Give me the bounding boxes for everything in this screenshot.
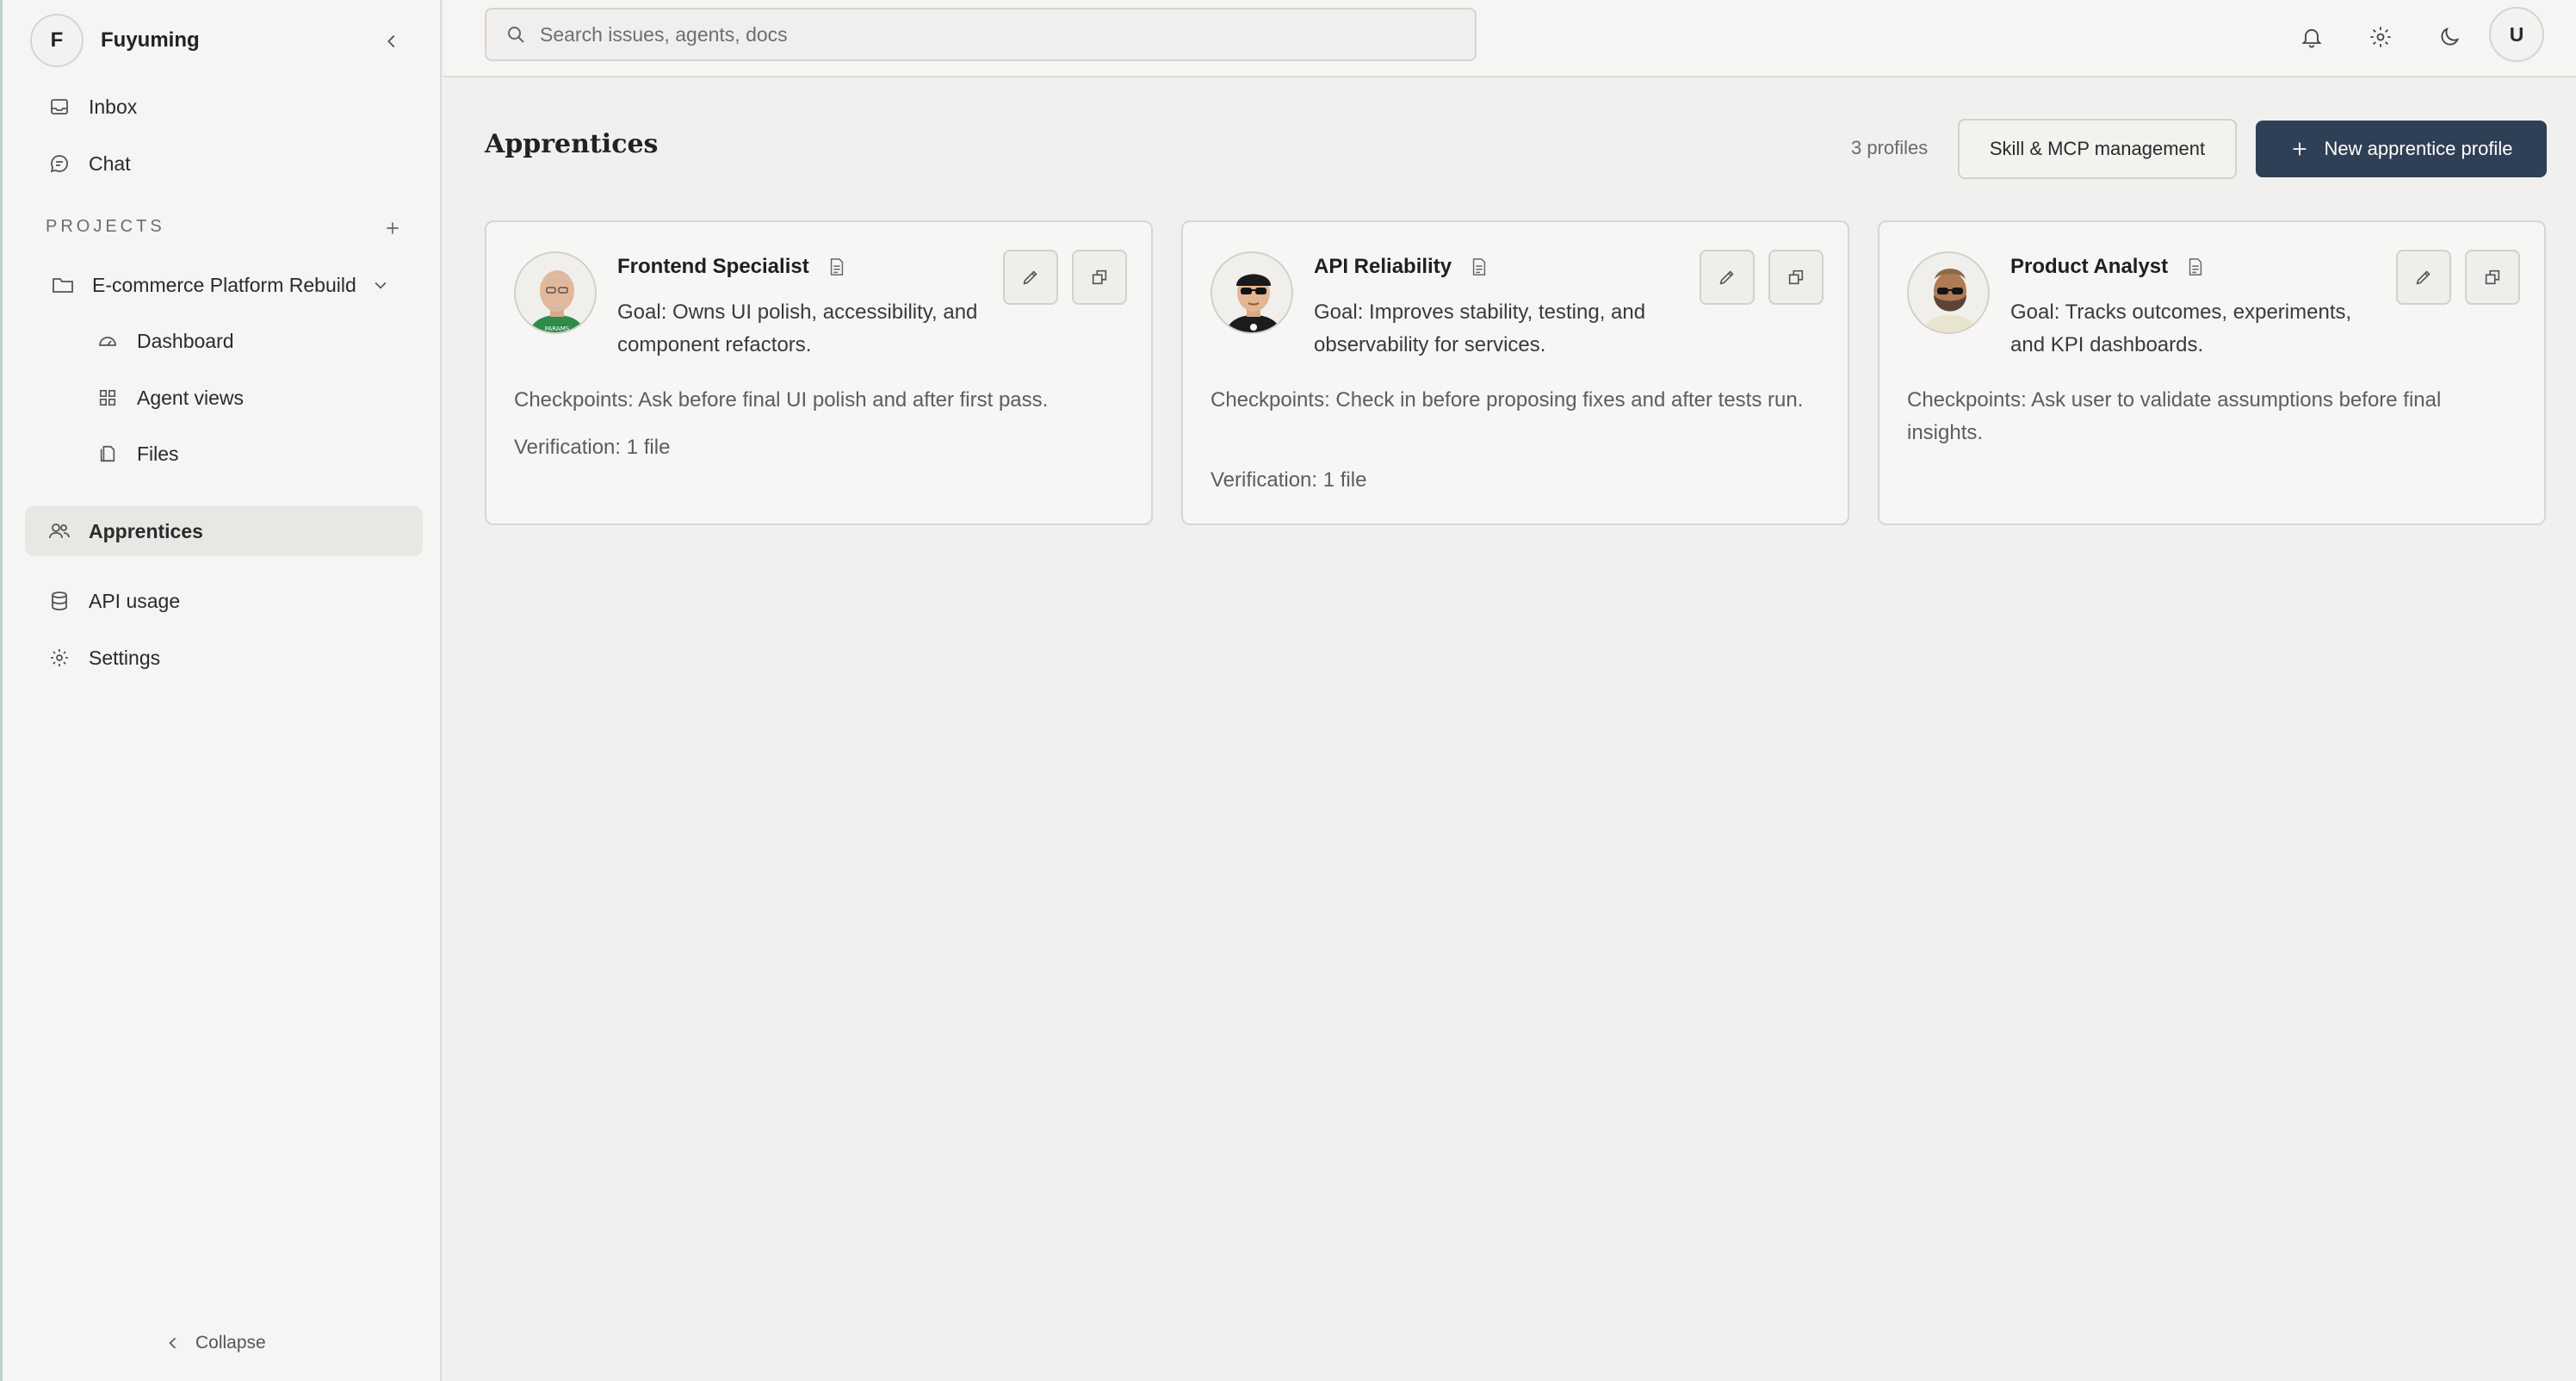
duplicate-button[interactable] — [1768, 250, 1824, 305]
moon-icon[interactable] — [2428, 15, 2471, 59]
profile-checkpoints: Checkpoints: Ask user to validate assump… — [1907, 388, 2442, 444]
new-apprentice-profile-button[interactable]: New apprentice profile — [2256, 121, 2547, 177]
users-icon — [47, 519, 71, 543]
skill-mcp-management-button[interactable]: Skill & MCP management — [1958, 119, 2237, 179]
document-icon[interactable] — [2187, 257, 2204, 276]
sidebar-item-label: Inbox — [89, 95, 138, 118]
profile-card: API Reliability Goal: Improves stability… — [1181, 220, 1849, 525]
gear-icon[interactable] — [2359, 15, 2402, 59]
search-icon — [505, 24, 526, 45]
inbox-icon — [47, 95, 71, 119]
copy-icon — [1090, 268, 1109, 287]
gear-icon — [47, 646, 71, 670]
avatar-bearded-sunglasses-icon — [1907, 251, 1990, 334]
profile-goal: Goal: Improves stability, testing, and o… — [1314, 300, 1646, 356]
profile-name-text: Product Analyst — [2010, 255, 2169, 278]
chevron-down-icon[interactable] — [372, 276, 389, 294]
edit-button[interactable] — [2396, 250, 2451, 305]
sidebar-item-dashboard[interactable]: Dashboard — [71, 316, 416, 366]
sidebar-item-label: Settings — [89, 646, 161, 669]
chevron-left-icon[interactable] — [375, 24, 409, 59]
collapse-label: Collapse — [195, 1333, 266, 1353]
sidebar-item-api-usage[interactable]: API usage — [25, 576, 423, 626]
sidebar: F Fuyuming Inbox Chat PROJECTS E-commerc… — [0, 0, 442, 1381]
sidebar-item-agent-views[interactable]: Agent views — [71, 373, 416, 423]
profile-name: Frontend Specialist — [617, 255, 845, 279]
duplicate-button[interactable] — [1072, 250, 1127, 305]
sidebar-item-files[interactable]: Files — [71, 429, 416, 479]
duplicate-button[interactable] — [2465, 250, 2520, 305]
pencil-icon — [1718, 268, 1737, 287]
chevron-left-icon — [166, 1335, 180, 1352]
pencil-icon — [1021, 268, 1040, 287]
document-icon[interactable] — [828, 257, 845, 276]
profile-card: Product Analyst Goal: Tracks outcomes, e… — [1878, 220, 2546, 525]
folder-icon — [51, 273, 75, 297]
user-avatar[interactable]: U — [2489, 7, 2544, 62]
profile-name-text: Frontend Specialist — [617, 255, 809, 278]
sidebar-item-settings[interactable]: Settings — [25, 633, 423, 683]
grid-icon — [96, 386, 120, 410]
edit-button[interactable] — [1700, 250, 1755, 305]
avatar-sunglasses-cap-icon — [1211, 251, 1293, 334]
dashboard-gauge-icon — [96, 329, 120, 353]
project-item[interactable]: E-commerce Platform Rebuild — [28, 260, 424, 310]
profile-checkpoints: Checkpoints: Ask before final UI polish … — [514, 388, 1049, 412]
page-title: Apprentices — [485, 129, 659, 159]
search-box[interactable] — [485, 8, 1477, 61]
copy-icon — [2483, 268, 2502, 287]
profile-name: API Reliability — [1314, 255, 1488, 279]
sidebar-item-inbox[interactable]: Inbox — [25, 82, 423, 132]
sidebar-item-label: Apprentices — [89, 519, 203, 542]
avatar-bald-green-shirt-icon: PARAMS — [514, 251, 597, 334]
top-bar: U — [443, 0, 2576, 77]
profile-name-text: API Reliability — [1314, 255, 1452, 278]
sidebar-item-label: Dashboard — [137, 329, 234, 352]
project-name: E-commerce Platform Rebuild — [92, 273, 356, 296]
profile-verification: Verification: 1 file — [514, 436, 671, 459]
workspace-avatar: F — [30, 14, 84, 67]
document-icon[interactable] — [1471, 257, 1488, 276]
profile-checkpoints: Checkpoints: Check in before proposing f… — [1211, 388, 1804, 412]
bell-icon[interactable] — [2290, 15, 2333, 59]
chat-icon — [47, 152, 71, 176]
projects-heading: PROJECTS — [46, 217, 165, 236]
add-project-icon[interactable] — [378, 214, 407, 243]
database-icon — [47, 589, 71, 613]
profiles-count: 3 profiles — [1851, 137, 1929, 158]
pencil-icon — [2414, 268, 2433, 287]
sidebar-item-label: Chat — [89, 152, 131, 175]
svg-text:PARAMS: PARAMS — [545, 325, 570, 332]
edit-button[interactable] — [1003, 250, 1058, 305]
sidebar-item-chat[interactable]: Chat — [25, 139, 423, 189]
profile-goal: Goal: Owns UI polish, accessibility, and… — [617, 300, 978, 356]
collapse-sidebar-button[interactable]: Collapse — [166, 1333, 266, 1353]
files-icon — [96, 442, 120, 466]
sidebar-item-label: Files — [137, 442, 179, 465]
sidebar-item-apprentices[interactable]: Apprentices — [25, 506, 423, 556]
new-apprentice-profile-label: New apprentice profile — [2324, 138, 2513, 159]
profile-verification: Verification: 1 file — [1211, 468, 1367, 492]
workspace-switcher[interactable]: F Fuyuming — [30, 14, 409, 67]
profile-goal: Goal: Tracks outcomes, experiments, and … — [2010, 300, 2352, 356]
sidebar-item-label: Agent views — [137, 386, 245, 409]
copy-icon — [1786, 268, 1805, 287]
sidebar-item-label: API usage — [89, 589, 181, 612]
plus-icon — [2290, 139, 2309, 158]
workspace-name: Fuyuming — [101, 28, 200, 52]
search-input[interactable] — [540, 22, 1444, 46]
profile-name: Product Analyst — [2010, 255, 2204, 279]
profile-card: PARAMS Frontend Specialist Goal: Owns UI… — [485, 220, 1153, 525]
